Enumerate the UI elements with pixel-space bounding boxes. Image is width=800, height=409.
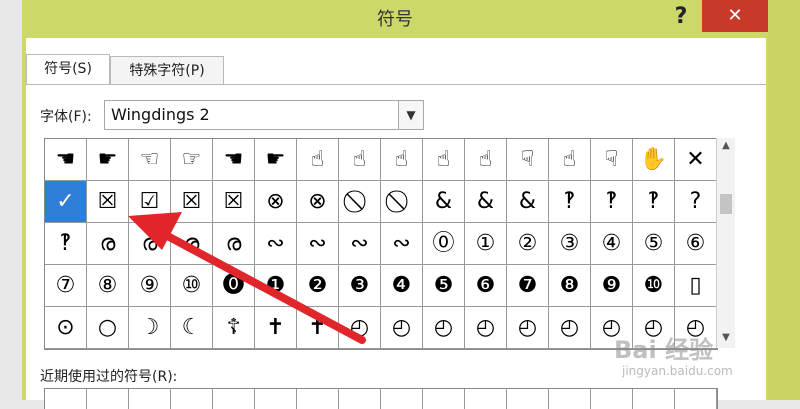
watermark: Bai 经验 jingyan.baidu.com <box>614 330 794 390</box>
watermark-logo: Bai 经验 <box>614 336 714 364</box>
watermark-url: jingyan.baidu.com <box>622 364 733 378</box>
